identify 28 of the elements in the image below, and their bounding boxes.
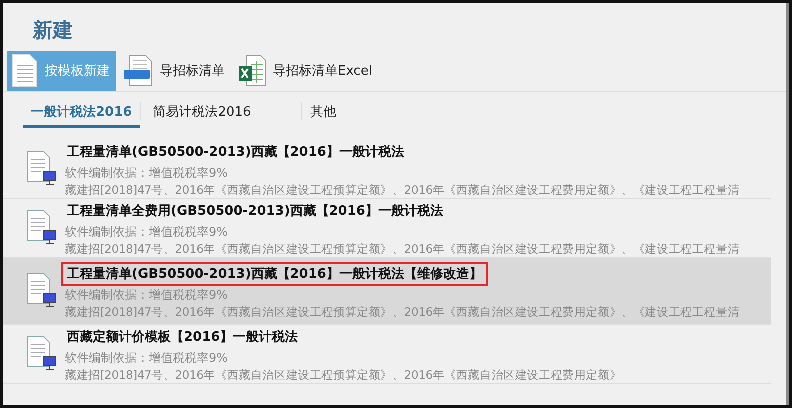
template-references: 藏建招[2018]47号、2016年《西藏自治区建设工程预算定额》、2016年《西藏自治区建设工程费用定额》、《建设工程工程量清 bbox=[65, 183, 740, 198]
document-computer-icon bbox=[27, 273, 57, 309]
template-item[interactable]: 西藏定额计价模板【2016】一般计税法 软件编制依据：增值税税率9% 藏建招[2018]47号、2016年《西藏自治区建设工程预算定额》、2016年《西藏自治区建设工程费用定额》 bbox=[3, 325, 771, 384]
template-references: 藏建招[2018]47号、2016年《西藏自治区建设工程预算定额》、2016年《西藏自治区建设工程费用定额》、《建设工程工程量清 bbox=[65, 305, 740, 320]
template-basis: 软件编制依据：增值税税率9% bbox=[65, 287, 230, 304]
template-basis: 软件编制依据：增值税税率9% bbox=[65, 165, 230, 182]
template-basis: 软件编制依据：增值税税率9% bbox=[65, 350, 230, 367]
template-references: 藏建招[2018]47号、2016年《西藏自治区建设工程预算定额》、2016年《西藏自治区建设工程费用定额》 bbox=[65, 368, 622, 383]
tab[interactable]: 其他 bbox=[302, 98, 344, 128]
spreadsheet-icon bbox=[239, 55, 267, 87]
document-computer-icon bbox=[27, 151, 57, 187]
template-title: 工程量清单(GB50500-2013)西藏【2016】一般计税法 bbox=[66, 144, 406, 162]
template-title: 工程量清单(GB50500-2013)西藏【2016】一般计税法【维修改造】 bbox=[61, 262, 488, 286]
template-item[interactable]: 工程量清单(GB50500-2013)西藏【2016】一般计税法【维修改造】 软件编制依据：增值税税率9% 藏建招[2018]47号、2016年《西藏自治区建设工程预算定额》、2016年《西藏自治区建设工程费用定额》、《建设工程工程量清 bbox=[3, 258, 771, 325]
template-basis: 软件编制依据：增值税税率9% bbox=[65, 224, 230, 241]
template-references: 藏建招[2018]47号、2016年《西藏自治区建设工程预算定额》、2016年《西藏自治区建设工程费用定额》、《建设工程工程量清 bbox=[65, 242, 740, 257]
document-computer-icon bbox=[27, 210, 57, 246]
document-icon bbox=[11, 54, 39, 88]
template-title: 西藏定额计价模板【2016】一般计税法 bbox=[66, 328, 300, 347]
template-title: 工程量清单全费用(GB50500-2013)西藏【2016】一般计税法 bbox=[66, 203, 444, 221]
xml-file-icon bbox=[124, 55, 154, 87]
toolbar-button[interactable]: 导招标清单Excel bbox=[235, 51, 378, 91]
tab[interactable]: 一般计税法2016 bbox=[23, 98, 140, 128]
document-computer-icon bbox=[27, 336, 57, 372]
toolbar-button[interactable]: 导招标清单 bbox=[120, 51, 231, 91]
tab[interactable]: 简易计税法2016 bbox=[141, 98, 302, 128]
window-title: 新建 bbox=[32, 17, 74, 44]
template-item[interactable]: 工程量清单(GB50500-2013)西藏【2016】一般计税法 软件编制依据：增值税税率9% 藏建招[2018]47号、2016年《西藏自治区建设工程预算定额》、2016年《西藏自治区建设工程费用定额》、《建设工程工程量清 bbox=[3, 140, 771, 199]
